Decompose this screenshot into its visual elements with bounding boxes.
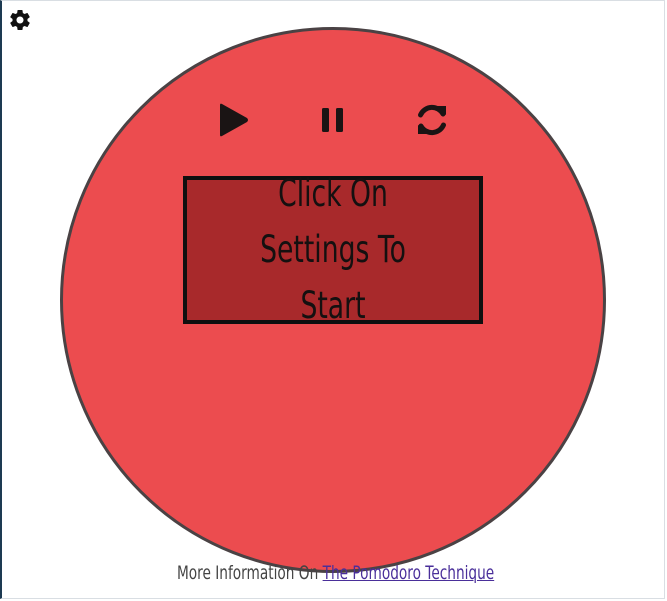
footer-prefix: More Information On	[177, 562, 323, 584]
gear-icon	[10, 9, 30, 31]
play-button[interactable]	[214, 100, 254, 140]
footer: More Information On The Pomodoro Techniq…	[95, 562, 575, 584]
timer-display: Click On Settings To Start	[183, 172, 483, 327]
refresh-icon	[418, 104, 446, 136]
settings-button[interactable]	[8, 8, 32, 32]
timer-message: Click On Settings To Start	[260, 172, 406, 327]
reset-button[interactable]	[412, 100, 452, 140]
pause-icon	[322, 108, 343, 132]
pause-button[interactable]	[313, 100, 353, 140]
play-icon	[220, 103, 248, 137]
pomodoro-technique-link[interactable]: The Pomodoro Technique	[323, 562, 495, 584]
